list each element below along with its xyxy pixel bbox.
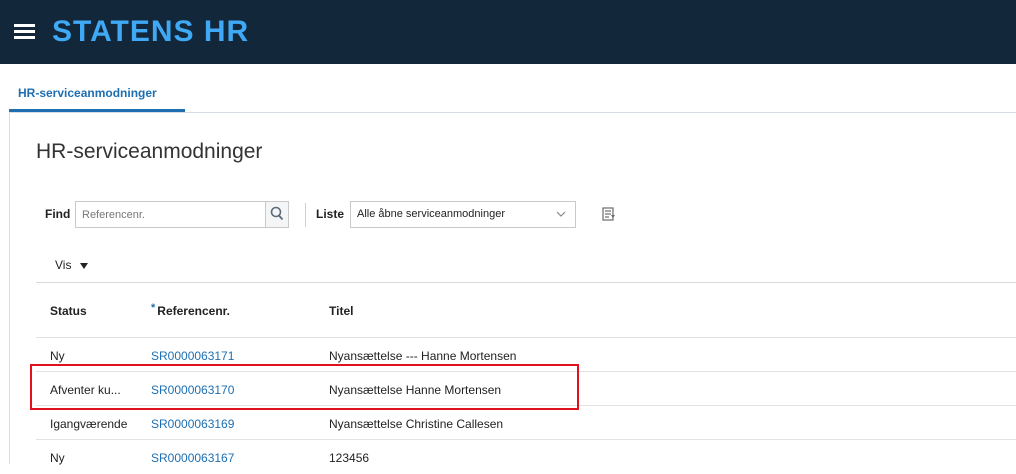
reference-link[interactable]: SR0000063169 (151, 417, 234, 431)
table-row[interactable]: Ny SR0000063171 Nyansættelse --- Hanne M… (36, 337, 1016, 372)
report-icon[interactable] (602, 207, 616, 221)
title-cell: Nyansættelse Christine Callesen (329, 417, 504, 431)
filter-separator (305, 203, 306, 227)
table-header-row: Status * Referencenr. Titel (36, 282, 1016, 338)
find-label: Find (45, 207, 71, 221)
table-row[interactable]: Igangværende SR0000063169 Nyansættelse C… (36, 405, 1016, 440)
search-icon (270, 206, 284, 221)
title-cell: Nyansættelse --- Hanne Mortensen (329, 349, 517, 363)
table-row[interactable]: Ny SR0000063167 123456 (36, 439, 1016, 474)
list-select[interactable]: Alle åbne serviceanmodninger (350, 201, 576, 228)
caret-down-icon[interactable] (80, 263, 88, 269)
status-cell: Ny (50, 349, 65, 363)
table-row[interactable]: Afventer ku... SR0000063170 Nyansættelse… (36, 371, 1016, 406)
list-label: Liste (316, 207, 345, 221)
vis-menu-button[interactable]: Vis (55, 258, 71, 272)
list-selected-value: Alle åbne serviceanmodninger (357, 208, 505, 220)
page-title: HR-serviceanmodninger (36, 140, 263, 163)
hamburger-menu-icon[interactable] (14, 24, 35, 40)
status-cell: Ny (50, 451, 65, 465)
status-cell: Igangværende (50, 417, 128, 431)
reference-search-input[interactable] (75, 201, 265, 228)
title-cell: Nyansættelse Hanne Mortensen (329, 383, 502, 397)
status-cell: Afventer ku... (50, 383, 121, 397)
required-marker: * (151, 302, 156, 314)
tab-divider (9, 112, 1016, 113)
column-header-status[interactable]: Status (50, 304, 87, 318)
chevron-down-icon (556, 211, 566, 217)
reference-link[interactable]: SR0000063171 (151, 349, 234, 363)
tab-hr-serviceanmodninger[interactable]: HR-serviceanmodninger (18, 86, 157, 100)
app-title: STATENS HR (52, 15, 250, 48)
reference-link[interactable]: SR0000063170 (151, 383, 234, 397)
top-navigation-bar: STATENS HR (0, 0, 1016, 64)
title-cell: 123456 (329, 451, 370, 465)
column-header-reference[interactable]: * Referencenr. (151, 302, 230, 318)
column-header-reference-label: Referencenr. (157, 304, 230, 318)
column-header-title[interactable]: Titel (329, 304, 353, 318)
reference-link[interactable]: SR0000063167 (151, 451, 234, 465)
content-border (9, 112, 10, 464)
search-button[interactable] (265, 201, 289, 228)
